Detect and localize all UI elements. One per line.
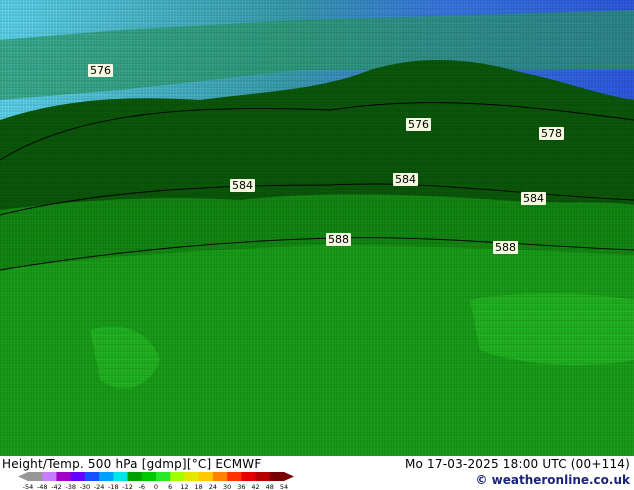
- scale-tick-label: 0: [154, 483, 158, 490]
- scale-swatch: [269, 472, 285, 481]
- contour-label: 578: [539, 127, 564, 140]
- contour-label: 584: [393, 173, 418, 186]
- contour-label: 576: [88, 64, 113, 77]
- scale-swatch: [141, 472, 157, 481]
- credit-link[interactable]: © weatheronline.co.uk: [475, 473, 630, 487]
- contour-label: 588: [493, 241, 518, 254]
- scale-tick-label: 6: [168, 483, 172, 490]
- scale-tick-label: -38: [65, 483, 76, 490]
- scale-tick-label: 12: [180, 483, 188, 490]
- scale-swatch: [99, 472, 114, 481]
- contour-label: 584: [521, 192, 546, 205]
- scale-swatch: [198, 472, 214, 481]
- scale-swatch: [127, 472, 143, 481]
- scale-tick-label: 48: [266, 483, 274, 490]
- scale-swatch: [227, 472, 242, 481]
- scale-tick-label: 30: [223, 483, 231, 490]
- scale-swatch: [28, 472, 43, 481]
- contour-label: 576: [406, 118, 431, 131]
- scale-tick-label: -24: [94, 483, 105, 490]
- scale-tick-label: 18: [195, 483, 203, 490]
- scale-tick-label: 54: [280, 483, 288, 490]
- scale-swatch: [113, 472, 128, 481]
- scale-tick-label: 24: [209, 483, 217, 490]
- scale-swatch: [241, 472, 256, 481]
- scale-swatch: [156, 472, 171, 481]
- scale-tick-label: -12: [122, 483, 133, 490]
- scale-swatch: [255, 472, 271, 481]
- scale-swatch: [84, 472, 100, 481]
- contour-label: 588: [326, 233, 351, 246]
- scale-swatch: [212, 472, 228, 481]
- scale-tick-label: 42: [251, 483, 259, 490]
- scale-tick-label: 36: [237, 483, 245, 490]
- scale-tick-label: -30: [80, 483, 91, 490]
- scale-tick-label: -54: [23, 483, 34, 490]
- scale-swatch: [70, 472, 86, 481]
- color-scale: -54 -48 -42 -38 -30 -24 -18 -12 -6 0 6 12 18 24 30 36 42…: [18, 472, 294, 490]
- scale-swatch: [56, 472, 71, 481]
- scale-swatch: [184, 472, 199, 481]
- forecast-time: Mo 17-03-2025 18:00 UTC (00+114): [404, 457, 630, 471]
- scale-arrow-right: [284, 472, 294, 481]
- scale-swatch: [42, 472, 57, 481]
- scale-swatch: [170, 472, 185, 481]
- map-title: Height/Temp. 500 hPa [gdmp][°C] ECMWF: [2, 457, 262, 471]
- scale-tick-label: -6: [139, 483, 145, 490]
- contour-label: 584: [230, 179, 255, 192]
- scale-tick-label: -42: [51, 483, 62, 490]
- scale-tick-label: -18: [108, 483, 119, 490]
- scale-tick-label: -48: [37, 483, 48, 490]
- scale-arrow-left: [18, 472, 28, 481]
